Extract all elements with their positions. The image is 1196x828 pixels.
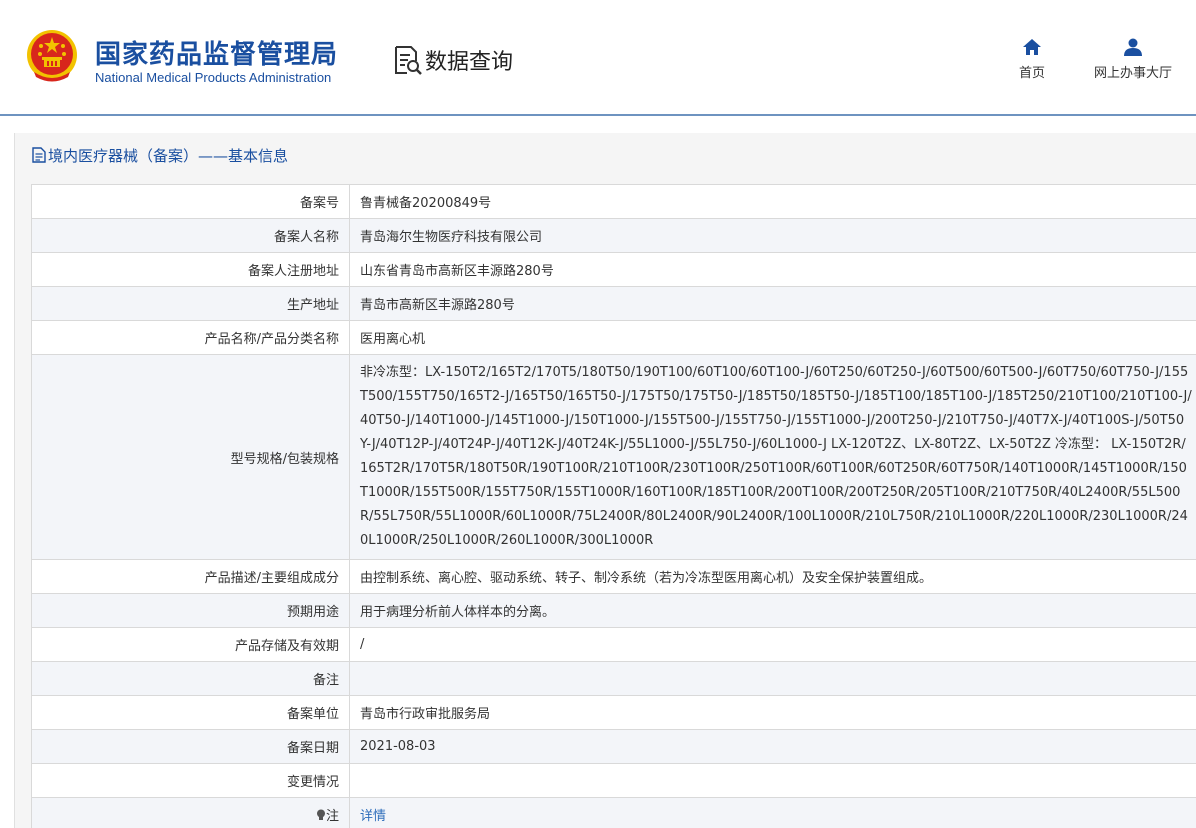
field-label: 生产地址 xyxy=(31,286,350,321)
field-label: 备注 xyxy=(31,661,350,696)
panel-title: 境内医疗器械（备案）——基本信息 xyxy=(32,143,288,167)
field-value: 2021-08-03 xyxy=(349,729,1196,764)
table-row: 预期用途 用于病理分析前人体样本的分离。 xyxy=(31,593,1196,628)
table-row: 产品存储及有效期 / xyxy=(31,627,1196,662)
field-value: 青岛海尔生物医疗科技有限公司 xyxy=(349,218,1196,253)
field-value: 非冷冻型：LX-150T2/165T2/170T5/180T50/190T100… xyxy=(349,354,1196,560)
field-value: / xyxy=(349,627,1196,662)
table-row: 备案人名称 青岛海尔生物医疗科技有限公司 xyxy=(31,218,1196,253)
field-value: 用于病理分析前人体样本的分离。 xyxy=(349,593,1196,628)
detail-panel: 境内医疗器械（备案）——基本信息 备案号 鲁青械备20200849号 备案人名称… xyxy=(14,133,1196,828)
field-value xyxy=(349,763,1196,798)
table-row: 备注 xyxy=(31,661,1196,696)
note-label: 注 xyxy=(31,797,350,828)
table-row: 备案日期 2021-08-03 xyxy=(31,729,1196,764)
note-label-text: 注 xyxy=(325,809,339,824)
field-label: 备案人名称 xyxy=(31,218,350,253)
document-icon xyxy=(32,147,46,163)
nav-home[interactable]: 首页 xyxy=(1012,38,1052,81)
field-label: 备案日期 xyxy=(31,729,350,764)
data-query-title: 数据查询 xyxy=(425,50,514,75)
field-value: 山东省青岛市高新区丰源路280号 xyxy=(349,252,1196,287)
table-row: 备案号 鲁青械备20200849号 xyxy=(31,184,1196,219)
field-label: 产品名称/产品分类名称 xyxy=(31,320,350,355)
field-value: 鲁青械备20200849号 xyxy=(349,184,1196,219)
table-row: 备案人注册地址 山东省青岛市高新区丰源路280号 xyxy=(31,252,1196,287)
site-header: 国家药品监督管理局 National Medical Products Admi… xyxy=(0,0,1196,116)
field-value: 医用离心机 xyxy=(349,320,1196,355)
table-row: 生产地址 青岛市高新区丰源路280号 xyxy=(31,286,1196,321)
field-value xyxy=(349,661,1196,696)
field-label: 型号规格/包装规格 xyxy=(31,354,350,560)
table-row: 产品名称/产品分类名称 医用离心机 xyxy=(31,320,1196,355)
nav-online-service-hall-label: 网上办事大厅 xyxy=(1093,66,1172,81)
table-row: 产品描述/主要组成成分 由控制系统、离心腔、驱动系统、转子、制冷系统（若为冷冻型… xyxy=(31,559,1196,594)
field-label: 产品描述/主要组成成分 xyxy=(31,559,350,594)
field-value: 由控制系统、离心腔、驱动系统、转子、制冷系统（若为冷冻型医用离心机）及安全保护装… xyxy=(349,559,1196,594)
home-icon xyxy=(1023,39,1041,55)
field-label: 备案单位 xyxy=(31,695,350,730)
field-label: 产品存储及有效期 xyxy=(31,627,350,662)
national-emblem-icon xyxy=(27,30,77,82)
nav-online-service-hall[interactable]: 网上办事大厅 xyxy=(1085,38,1181,81)
table-row: 变更情况 xyxy=(31,763,1196,798)
org-name-cn: 国家药品监督管理局 xyxy=(95,40,339,70)
table-row: 注 详情 xyxy=(31,797,1196,828)
field-label: 预期用途 xyxy=(31,593,350,628)
user-icon xyxy=(1124,38,1142,56)
details-cell: 详情 xyxy=(349,797,1196,828)
details-link[interactable]: 详情 xyxy=(360,809,386,824)
table-row: 型号规格/包装规格 非冷冻型：LX-150T2/165T2/170T5/180T… xyxy=(31,354,1196,560)
field-value: 青岛市高新区丰源路280号 xyxy=(349,286,1196,321)
table-row: 备案单位 青岛市行政审批服务局 xyxy=(31,695,1196,730)
field-value: 青岛市行政审批服务局 xyxy=(349,695,1196,730)
bulb-icon xyxy=(316,809,325,820)
panel-title-text: 境内医疗器械（备案）——基本信息 xyxy=(48,146,289,165)
record-info-table: 备案号 鲁青械备20200849号 备案人名称 青岛海尔生物医疗科技有限公司 备… xyxy=(31,184,1196,828)
data-search-icon xyxy=(395,46,422,75)
org-name-en: National Medical Products Administration xyxy=(95,70,332,85)
data-query-heading: 数据查询 xyxy=(393,44,513,76)
nav-home-label: 首页 xyxy=(1018,66,1045,81)
field-label: 变更情况 xyxy=(31,763,350,798)
field-label: 备案号 xyxy=(31,184,350,219)
field-label: 备案人注册地址 xyxy=(31,252,350,287)
